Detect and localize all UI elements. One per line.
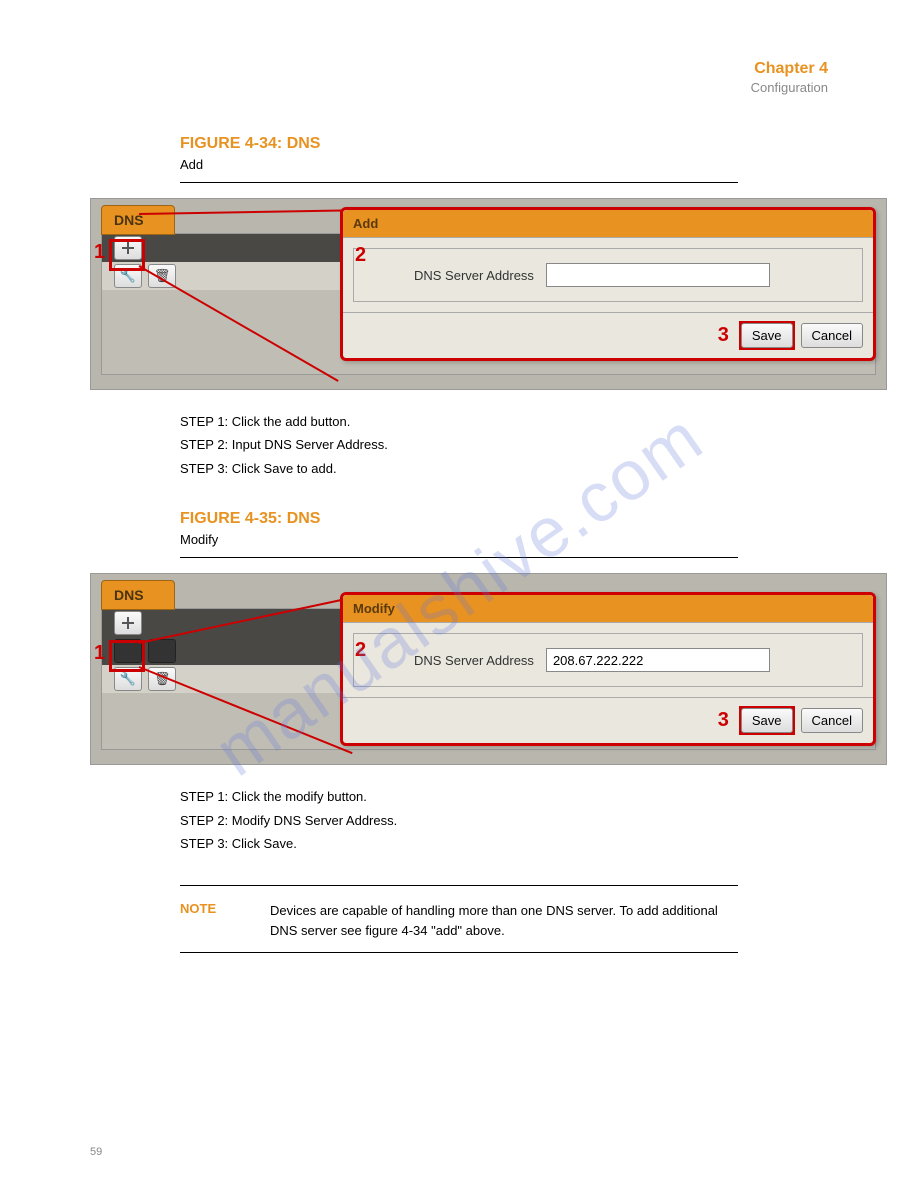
dns-tab[interactable]: DNS bbox=[101, 205, 175, 235]
callout-3: 3 bbox=[718, 709, 729, 732]
chapter-title: Chapter 4 bbox=[90, 60, 828, 78]
divider bbox=[180, 885, 738, 886]
callout-box-1 bbox=[109, 640, 145, 672]
callout-box-1 bbox=[109, 239, 145, 271]
add-icon[interactable] bbox=[114, 611, 142, 635]
add-dialog: Add 2 DNS Server Address 3 Save Canc bbox=[340, 207, 876, 361]
callout-box-3: Save bbox=[739, 706, 795, 735]
steps-text: STEP 1: Click the add button. STEP 2: In… bbox=[180, 410, 738, 480]
dns-tab[interactable]: DNS bbox=[101, 580, 175, 610]
dialog-fieldset: DNS Server Address bbox=[353, 248, 863, 302]
callout-2: 2 bbox=[355, 639, 366, 662]
figure-heading-2: FIGURE 4-35: DNS bbox=[180, 510, 738, 528]
modify-dialog: Modify 2 DNS Server Address 3 Save C bbox=[340, 592, 876, 746]
figure-subtitle: Add bbox=[180, 157, 738, 172]
note-title: NOTE bbox=[180, 901, 270, 940]
dialog-title: Add bbox=[343, 210, 873, 238]
field-label: DNS Server Address bbox=[414, 268, 534, 283]
note-body: Devices are capable of handling more tha… bbox=[270, 901, 738, 940]
steps-text-2: STEP 1: Click the modify button. STEP 2:… bbox=[180, 785, 738, 855]
divider bbox=[180, 952, 738, 953]
page-number: 59 bbox=[90, 1146, 102, 1158]
figure-add: DNS 🔧 🗑 1 Add bbox=[90, 198, 887, 390]
cancel-button[interactable]: Cancel bbox=[801, 323, 863, 348]
figure-subtitle-2: Modify bbox=[180, 532, 738, 547]
callout-box-3: Save bbox=[739, 321, 795, 350]
dialog-fieldset: DNS Server Address bbox=[353, 633, 863, 687]
divider bbox=[180, 182, 738, 183]
figure-modify: DNS 🔧 🗑 1 bbox=[90, 573, 887, 765]
chapter-header: Chapter 4 Configuration bbox=[90, 60, 828, 95]
cancel-button[interactable]: Cancel bbox=[801, 708, 863, 733]
callout-1: 1 bbox=[94, 241, 105, 264]
callout-3: 3 bbox=[718, 324, 729, 347]
callout-2: 2 bbox=[355, 244, 366, 267]
divider bbox=[180, 557, 738, 558]
save-button[interactable]: Save bbox=[741, 708, 793, 733]
trash-icon[interactable] bbox=[148, 639, 176, 663]
dialog-title: Modify bbox=[343, 595, 873, 623]
field-label: DNS Server Address bbox=[414, 653, 534, 668]
callout-1: 1 bbox=[94, 642, 105, 665]
note-block: NOTE Devices are capable of handling mor… bbox=[180, 901, 738, 940]
dns-address-input[interactable] bbox=[546, 263, 770, 287]
figure-heading: FIGURE 4-34: DNS bbox=[180, 135, 738, 153]
chapter-subtitle: Configuration bbox=[90, 80, 828, 95]
dns-address-input[interactable] bbox=[546, 648, 770, 672]
save-button[interactable]: Save bbox=[741, 323, 793, 348]
